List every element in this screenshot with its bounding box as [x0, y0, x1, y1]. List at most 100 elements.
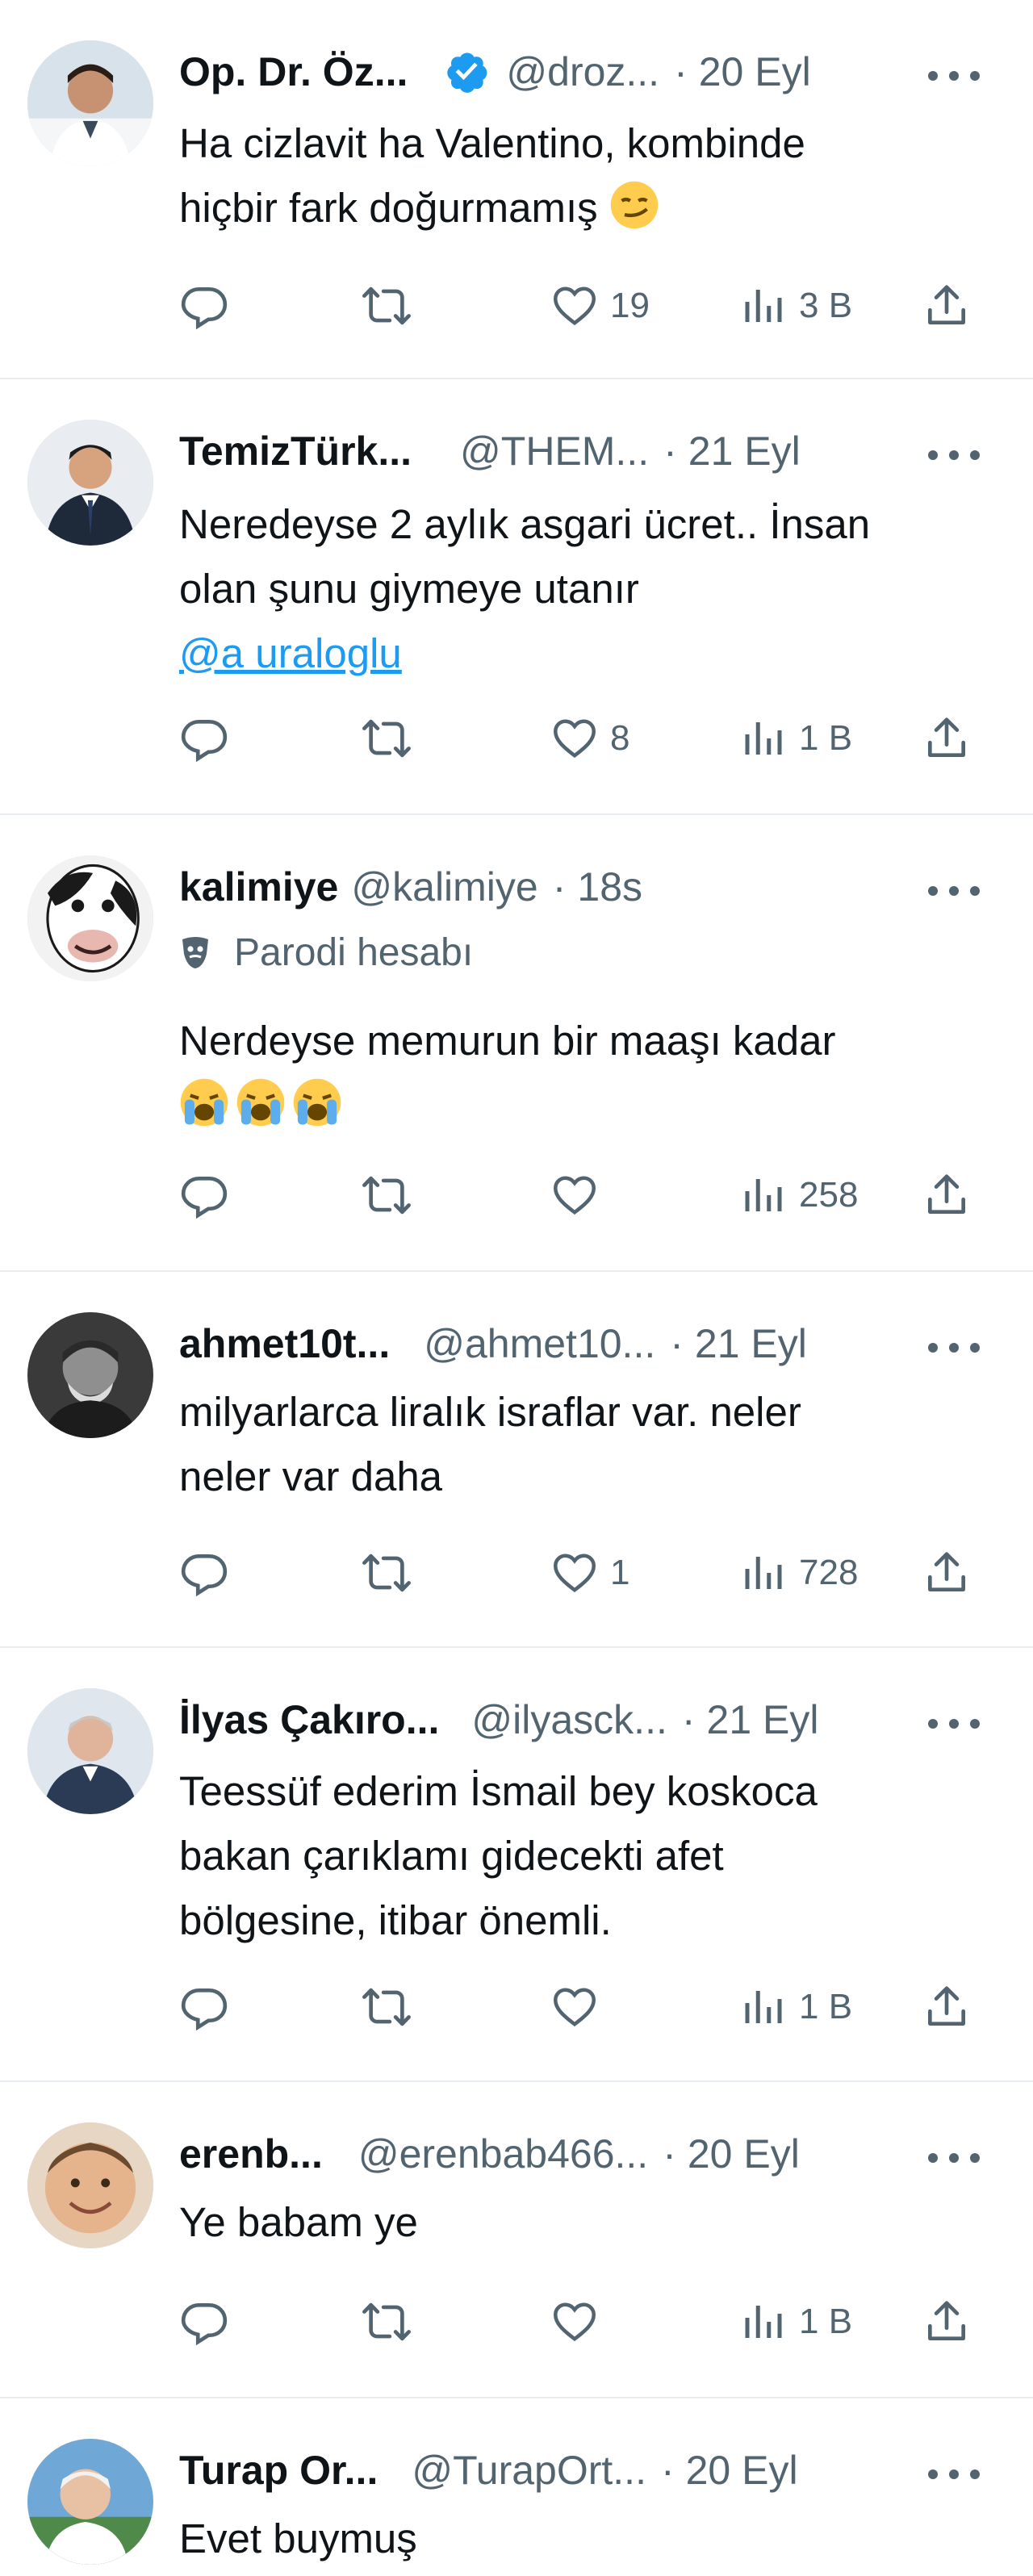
- reply-icon: [181, 1177, 228, 1219]
- timestamp[interactable]: 21 Eyl: [688, 428, 801, 475]
- separator-dot: ·: [674, 49, 688, 94]
- tweet[interactable]: Op. Dr. Öz... @droz... · 20 Eyl Ha cizla…: [0, 0, 1033, 379]
- handle[interactable]: @THEM...: [460, 428, 649, 475]
- handle[interactable]: @kalimiye: [351, 864, 537, 910]
- avatar[interactable]: [27, 420, 153, 546]
- tweet-actions: 19 3 B: [179, 278, 1033, 334]
- display-name[interactable]: erenb...: [179, 2131, 323, 2177]
- tweet[interactable]: TemizTürk... @THEM... · 21 Eyl Neredeyse…: [0, 379, 1033, 815]
- tweet[interactable]: ahmet10t... @ahmet10... · 21 Eyl milyarl…: [0, 1272, 1033, 1648]
- reply-button[interactable]: [179, 1545, 229, 1601]
- timestamp[interactable]: 18s: [577, 864, 642, 910]
- timestamp[interactable]: 20 Eyl: [688, 2131, 800, 2177]
- verified-badge-icon: [443, 48, 490, 95]
- separator-dot: ·: [681, 1697, 696, 1742]
- separator-dot: ·: [670, 1321, 684, 1366]
- more-options-icon[interactable]: [928, 2466, 980, 2482]
- views-button[interactable]: 1 B: [739, 2294, 852, 2350]
- tweet-header: kalimiye @kalimiye · 18s: [179, 859, 1033, 915]
- display-name[interactable]: ahmet10t...: [179, 1320, 390, 1367]
- handle[interactable]: @erenbab466...: [358, 2131, 648, 2177]
- retweet-icon: [362, 1988, 411, 2026]
- share-button[interactable]: [922, 1979, 972, 2035]
- reply-button[interactable]: [179, 710, 229, 767]
- share-button[interactable]: [922, 710, 972, 767]
- tweet[interactable]: erenb... @erenbab466... · 20 Eyl Ye baba…: [0, 2082, 1033, 2398]
- display-name[interactable]: TemizTürk...: [179, 428, 412, 475]
- more-options-icon[interactable]: [928, 447, 980, 463]
- tweet-actions: 1 728: [179, 1545, 1033, 1601]
- more-options-icon[interactable]: [928, 1716, 980, 1732]
- tweet-text: milyarlarca liralık israflar var. neler …: [179, 1380, 1001, 1509]
- like-button[interactable]: 8: [550, 710, 629, 767]
- handle[interactable]: @TurapOrt...: [412, 2447, 646, 2494]
- more-options-icon[interactable]: [928, 883, 980, 899]
- share-icon: [928, 285, 965, 324]
- retweet-icon: [362, 286, 411, 325]
- tweet[interactable]: kalimiye @kalimiye · 18s Parodi hesabı N…: [0, 815, 1033, 1272]
- views-button[interactable]: 1 B: [739, 1979, 852, 2035]
- reply-icon: [181, 287, 228, 330]
- handle[interactable]: @ahmet10...: [424, 1320, 655, 1367]
- retweet-button[interactable]: [362, 2294, 412, 2350]
- display-name[interactable]: İlyas Çakıro...: [179, 1696, 439, 1743]
- tweet-text: Teessüf ederim İsmail bey koskoca bakan …: [179, 1759, 1001, 1953]
- timestamp[interactable]: 21 Eyl: [707, 1696, 819, 1743]
- retweet-button[interactable]: [362, 710, 412, 767]
- tweet-actions: 8 1 B: [179, 710, 1033, 767]
- like-button[interactable]: [550, 1979, 599, 2035]
- reply-icon: [181, 720, 228, 763]
- reply-icon: [181, 2303, 228, 2346]
- timestamp[interactable]: 20 Eyl: [699, 48, 811, 95]
- reply-button[interactable]: [179, 2294, 229, 2350]
- avatar[interactable]: [27, 855, 153, 981]
- heart-icon: [553, 286, 596, 326]
- views-button[interactable]: 1 B: [739, 710, 852, 767]
- tweet-line-text: hiçbir fark doğurmamış: [179, 185, 598, 231]
- views-button[interactable]: 258: [739, 1167, 858, 1223]
- avatar[interactable]: [27, 2122, 153, 2248]
- views-chart-icon: [745, 1179, 782, 1211]
- share-button[interactable]: [922, 1167, 972, 1223]
- tweet-line: Ye babam ye: [179, 2199, 418, 2245]
- share-icon: [928, 1986, 965, 2026]
- more-options-icon[interactable]: [928, 1340, 980, 1356]
- tweet[interactable]: Turap Or... @TurapOrt... · 20 Eyl Evet b…: [0, 2398, 1033, 2576]
- display-name[interactable]: kalimiye: [179, 864, 338, 910]
- like-button[interactable]: 19: [550, 278, 650, 334]
- avatar[interactable]: [27, 40, 153, 166]
- handle[interactable]: @droz...: [506, 48, 659, 95]
- timestamp[interactable]: 20 Eyl: [686, 2447, 798, 2494]
- reply-button[interactable]: [179, 1979, 229, 2035]
- parody-text: Parodi hesabı: [234, 930, 474, 974]
- like-button[interactable]: [550, 1167, 599, 1223]
- share-icon: [928, 2301, 965, 2340]
- like-button[interactable]: [550, 2294, 599, 2350]
- handle[interactable]: @ilyasck...: [471, 1696, 667, 1743]
- retweet-button[interactable]: [362, 278, 412, 334]
- views-button[interactable]: 728: [739, 1545, 858, 1601]
- like-button[interactable]: 1: [550, 1545, 629, 1601]
- like-count: 8: [610, 718, 630, 758]
- mention-link[interactable]: @a uraloglu: [179, 621, 1001, 686]
- views-button[interactable]: 3 B: [739, 278, 852, 334]
- tweet[interactable]: İlyas Çakıro... @ilyasck... · 21 Eyl Tee…: [0, 1648, 1033, 2082]
- reply-icon: [181, 1554, 228, 1597]
- share-button[interactable]: [922, 278, 972, 334]
- heart-icon: [553, 719, 596, 759]
- avatar[interactable]: [27, 1688, 153, 1814]
- reply-button[interactable]: [179, 278, 229, 334]
- display-name[interactable]: Op. Dr. Öz...: [179, 48, 408, 95]
- avatar[interactable]: [27, 2439, 153, 2565]
- timestamp[interactable]: 21 Eyl: [695, 1320, 807, 1367]
- retweet-button[interactable]: [362, 1979, 412, 2035]
- display-name[interactable]: Turap Or...: [179, 2447, 378, 2494]
- more-options-icon[interactable]: [928, 2150, 980, 2166]
- retweet-button[interactable]: [362, 1167, 412, 1223]
- reply-button[interactable]: [179, 1167, 229, 1223]
- avatar[interactable]: [27, 1312, 153, 1438]
- retweet-button[interactable]: [362, 1545, 412, 1601]
- more-options-icon[interactable]: [928, 68, 980, 84]
- share-button[interactable]: [922, 1545, 972, 1601]
- share-button[interactable]: [922, 2294, 972, 2350]
